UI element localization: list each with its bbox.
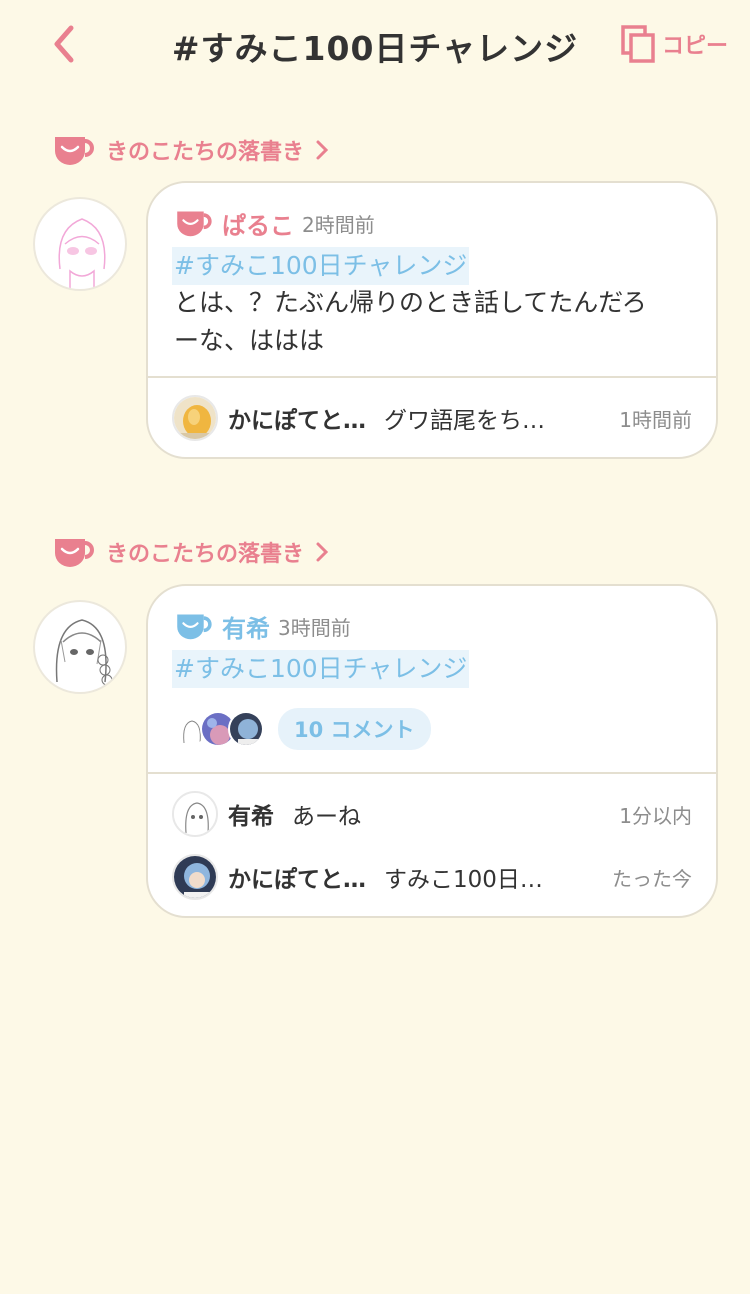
cup-icon (177, 211, 212, 237)
commenter-avatar (172, 854, 218, 900)
top-bar: #すみこ100日チャレンジ コピー (0, 0, 750, 90)
copy-label: コピー (662, 34, 729, 59)
commenter-avatar (172, 791, 218, 837)
commenter-name: 有希 (228, 804, 274, 830)
cup-icon (177, 614, 212, 640)
comment-row[interactable]: 有希 あーね 1分以内 (172, 789, 692, 839)
comment-summary[interactable]: 10 コメント (172, 708, 431, 750)
comment-text: すみこ100日… (384, 867, 543, 893)
comment-row[interactable]: かにぽてと… グワ語尾をち… 1時間前 (172, 393, 692, 443)
commenter-avatar (228, 711, 264, 747)
post-body: とは、？たぶん帰りのとき話してたんだろ ーな、ははは (174, 284, 684, 360)
cup-icon (55, 539, 94, 567)
avatar[interactable] (33, 197, 127, 291)
commenter-avatar (172, 395, 218, 441)
post-time: 3時間前 (278, 615, 351, 640)
group-name: きのこたちの落書き (106, 140, 305, 165)
hashtag-link[interactable]: #すみこ100日チャレンジ (172, 650, 470, 688)
comment-text: グワ語尾をち… (384, 408, 545, 434)
comment-row[interactable]: かにぽてと… すみこ100日… たった今 (172, 852, 692, 902)
post-header: 有希 3時間前 (174, 608, 351, 644)
group-name: きのこたちの落書き (106, 542, 305, 567)
copy-button[interactable]: コピー (620, 24, 728, 64)
divider (148, 376, 716, 378)
post-time: 2時間前 (302, 212, 375, 237)
hashtag-link[interactable]: #すみこ100日チャレンジ (172, 247, 470, 285)
chevron-right-icon (316, 542, 329, 562)
comment-text: あーね (292, 804, 361, 830)
comment-time: 1時間前 (619, 407, 692, 432)
avatar-drawing (58, 218, 106, 289)
divider (148, 772, 716, 774)
comment-time: 1分以内 (619, 803, 692, 828)
post-body-line: とは、？たぶん帰りのとき話してたんだろ (174, 288, 647, 317)
chevron-right-icon (316, 140, 329, 160)
author-name[interactable]: ぱるこ (222, 206, 294, 241)
avatar[interactable] (33, 600, 127, 694)
post-card[interactable]: 有希 3時間前 #すみこ100日チャレンジ 10 コメント 有希 あーね 1分以… (146, 584, 718, 918)
author-name[interactable]: 有希 (222, 609, 270, 644)
post-card[interactable]: ぱるこ 2時間前 #すみこ100日チャレンジ とは、？たぶん帰りのとき話してたん… (146, 181, 718, 459)
post-header: ぱるこ 2時間前 (174, 205, 375, 241)
group-link[interactable]: きのこたちの落書き (52, 130, 330, 170)
cup-icon (55, 137, 94, 165)
commenter-name: かにぽてと… (228, 408, 366, 434)
commenter-name: かにぽてと… (228, 867, 366, 893)
comment-count-badge[interactable]: 10 コメント (278, 708, 431, 750)
copy-icon (621, 25, 655, 63)
comment-time: たった今 (612, 866, 692, 891)
avatar-drawing (55, 619, 113, 686)
post-body-line: ーな、ははは (174, 326, 325, 355)
group-link[interactable]: きのこたちの落書き (52, 532, 330, 572)
